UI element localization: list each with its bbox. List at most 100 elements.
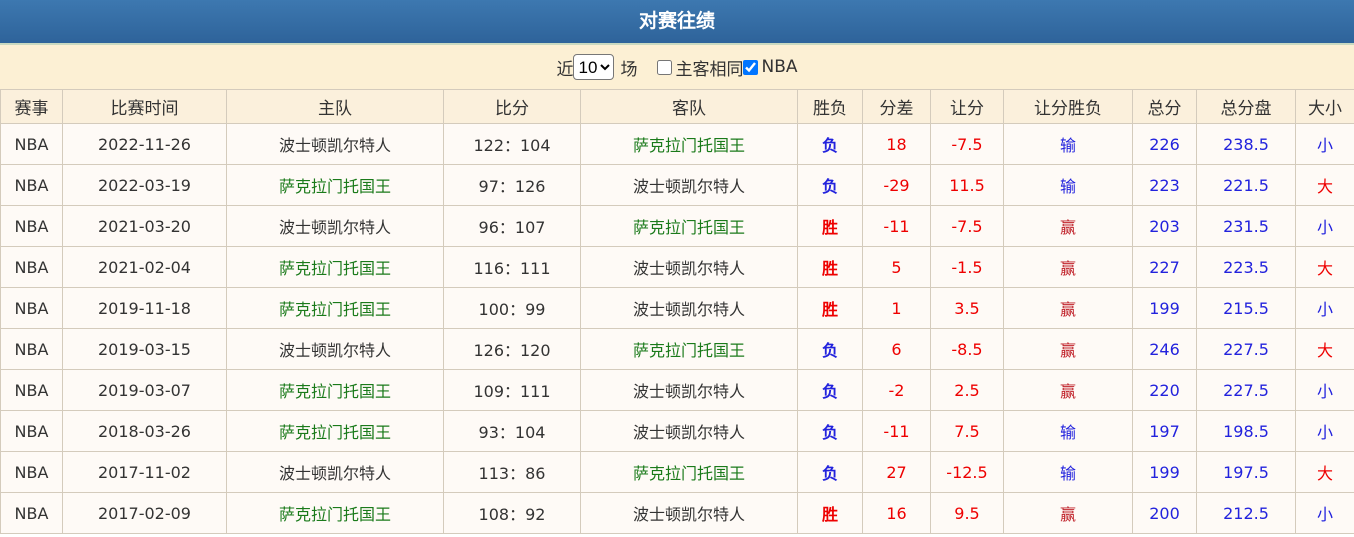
home-team-cell[interactable]: 萨克拉门托国王 — [226, 492, 444, 534]
date-cell: 2017-02-09 — [62, 492, 227, 534]
league-label: NBA — [761, 57, 798, 77]
score-cell: 108：92 — [443, 492, 581, 534]
handicap-cell: 7.5 — [930, 410, 1004, 452]
result-cell: 负 — [797, 451, 863, 493]
total-cell: 220 — [1132, 369, 1197, 411]
league-cell: NBA — [0, 205, 63, 247]
home-team-cell[interactable]: 波士顿凯尔特人 — [226, 123, 444, 165]
margin-cell: -11 — [862, 205, 931, 247]
result-cell: 负 — [797, 123, 863, 165]
handicap-cell: 3.5 — [930, 287, 1004, 329]
away-team-cell[interactable]: 波士顿凯尔特人 — [580, 369, 798, 411]
date-cell: 2022-03-19 — [62, 164, 227, 206]
home-team-cell[interactable]: 萨克拉门托国王 — [226, 410, 444, 452]
column-header: 胜负 — [797, 89, 863, 124]
column-header: 客队 — [580, 89, 798, 124]
column-header: 比分 — [443, 89, 581, 124]
over-under-cell: 小 — [1295, 287, 1354, 329]
away-team-cell[interactable]: 波士顿凯尔特人 — [580, 164, 798, 206]
result-cell: 胜 — [797, 287, 863, 329]
table-row: NBA 2022-03-19 萨克拉门托国王 97：126 波士顿凯尔特人负 -29 11.… — [0, 164, 1354, 206]
handicap-result-cell: 赢 — [1003, 287, 1133, 329]
total-cell: 199 — [1132, 451, 1197, 493]
total-cell: 226 — [1132, 123, 1197, 165]
total-line-cell: 227.5 — [1196, 328, 1296, 370]
score-cell: 97：126 — [443, 164, 581, 206]
column-header: 总分盘 — [1196, 89, 1296, 124]
home-team-cell[interactable]: 波士顿凯尔特人 — [226, 328, 444, 370]
handicap-result-cell: 输 — [1003, 451, 1133, 493]
total-line-cell: 238.5 — [1196, 123, 1296, 165]
total-line-cell: 221.5 — [1196, 164, 1296, 206]
margin-cell: 5 — [862, 246, 931, 288]
result-cell: 负 — [797, 410, 863, 452]
home-team-cell[interactable]: 萨克拉门托国王 — [226, 369, 444, 411]
handicap-cell: -1.5 — [930, 246, 1004, 288]
column-header: 大小 — [1295, 89, 1354, 124]
league-cell: NBA — [0, 287, 63, 329]
result-cell: 负 — [797, 164, 863, 206]
handicap-cell: -7.5 — [930, 123, 1004, 165]
home-team-cell[interactable]: 萨克拉门托国王 — [226, 164, 444, 206]
result-cell: 负 — [797, 328, 863, 370]
column-header: 总分 — [1132, 89, 1197, 124]
total-cell: 197 — [1132, 410, 1197, 452]
away-team-cell[interactable]: 萨克拉门托国王 — [580, 205, 798, 247]
margin-cell: -11 — [862, 410, 931, 452]
filter-prefix: 近 — [556, 59, 574, 80]
date-cell: 2018-03-26 — [62, 410, 227, 452]
home-team-cell[interactable]: 波士顿凯尔特人 — [226, 451, 444, 493]
table-row: NBA 2019-03-07 萨克拉门托国王 109：111 波士顿凯尔特人负 -2 2.5… — [0, 369, 1354, 411]
margin-cell: 16 — [862, 492, 931, 534]
over-under-cell: 大 — [1295, 451, 1354, 493]
away-team-cell[interactable]: 萨克拉门托国王 — [580, 123, 798, 165]
away-team-cell[interactable]: 萨克拉门托国王 — [580, 451, 798, 493]
h2h-table: 赛事 比赛时间 主队 比分 客队 胜负 分差 让分 让分胜负 总分 总分盘 大小 NBA 2022-11… — [0, 89, 1354, 534]
league-checkbox[interactable] — [743, 59, 759, 75]
total-cell: 227 — [1132, 246, 1197, 288]
score-cell: 113：86 — [443, 451, 581, 493]
away-team-cell[interactable]: 波士顿凯尔特人 — [580, 287, 798, 329]
handicap-result-cell: 输 — [1003, 123, 1133, 165]
total-line-cell: 212.5 — [1196, 492, 1296, 534]
league-cell: NBA — [0, 410, 63, 452]
league-cell: NBA — [0, 164, 63, 206]
header-row: 赛事 比赛时间 主队 比分 客队 胜负 分差 让分 让分胜负 总分 总分盘 大小 — [0, 89, 1354, 124]
over-under-cell: 大 — [1295, 246, 1354, 288]
date-cell: 2017-11-02 — [62, 451, 227, 493]
score-cell: 96：107 — [443, 205, 581, 247]
date-cell: 2021-02-04 — [62, 246, 227, 288]
away-team-cell[interactable]: 波士顿凯尔特人 — [580, 246, 798, 288]
result-cell: 负 — [797, 369, 863, 411]
score-cell: 126：120 — [443, 328, 581, 370]
league-cell: NBA — [0, 451, 63, 493]
result-cell: 胜 — [797, 492, 863, 534]
handicap-result-cell: 输 — [1003, 164, 1133, 206]
over-under-cell: 小 — [1295, 492, 1354, 534]
home-team-cell[interactable]: 萨克拉门托国王 — [226, 246, 444, 288]
margin-cell: -2 — [862, 369, 931, 411]
handicap-result-cell: 输 — [1003, 410, 1133, 452]
table-row: NBA 2018-03-26 萨克拉门托国王 93：104 波士顿凯尔特人负 -11 7.5… — [0, 410, 1354, 452]
over-under-cell: 小 — [1295, 369, 1354, 411]
total-line-cell: 215.5 — [1196, 287, 1296, 329]
league-cell: NBA — [0, 246, 63, 288]
home-team-cell[interactable]: 波士顿凯尔特人 — [226, 205, 444, 247]
league-cell: NBA — [0, 492, 63, 534]
over-under-cell: 小 — [1295, 123, 1354, 165]
handicap-result-cell: 赢 — [1003, 369, 1133, 411]
away-team-cell[interactable]: 萨克拉门托国王 — [580, 328, 798, 370]
away-team-cell[interactable]: 波士顿凯尔特人 — [580, 492, 798, 534]
home-team-cell[interactable]: 萨克拉门托国王 — [226, 287, 444, 329]
away-team-cell[interactable]: 波士顿凯尔特人 — [580, 410, 798, 452]
handicap-result-cell: 赢 — [1003, 328, 1133, 370]
match-count-select[interactable]: 10 — [573, 54, 615, 80]
total-line-cell: 231.5 — [1196, 205, 1296, 247]
column-header: 让分胜负 — [1003, 89, 1133, 124]
handicap-cell: 11.5 — [930, 164, 1004, 206]
margin-cell: -29 — [862, 164, 931, 206]
same-home-checkbox[interactable] — [657, 59, 673, 75]
total-cell: 223 — [1132, 164, 1197, 206]
score-cell: 100：99 — [443, 287, 581, 329]
column-header: 主队 — [226, 89, 444, 124]
